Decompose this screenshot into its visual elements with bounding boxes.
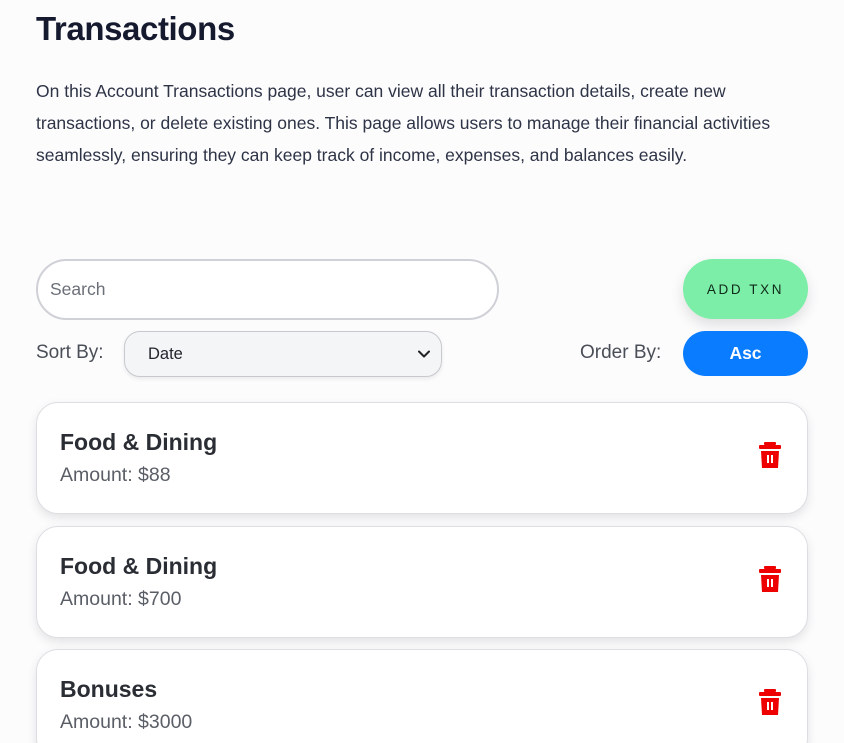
trash-icon bbox=[757, 689, 783, 719]
search-box[interactable] bbox=[36, 259, 499, 320]
chevron-down-icon bbox=[417, 347, 431, 361]
transaction-card: Bonuses Amount: $3000 bbox=[36, 649, 808, 743]
sort-by-label: Sort By: bbox=[36, 342, 104, 363]
trash-icon bbox=[757, 442, 783, 472]
transactions-page: Transactions On this Account Transaction… bbox=[0, 0, 844, 743]
delete-transaction-button[interactable] bbox=[757, 688, 783, 716]
add-transaction-button[interactable]: ADD TXN bbox=[683, 259, 808, 319]
order-by-label: Order By: bbox=[580, 342, 662, 363]
delete-transaction-button[interactable] bbox=[757, 441, 783, 469]
sort-by-selected-value: Date bbox=[148, 344, 183, 363]
trash-icon bbox=[757, 566, 783, 596]
transaction-amount: Amount: $3000 bbox=[60, 711, 193, 733]
transaction-category: Food & Dining bbox=[60, 429, 218, 455]
sort-by-select[interactable]: Date bbox=[124, 331, 442, 377]
order-toggle-button[interactable]: Asc bbox=[683, 331, 808, 376]
transaction-category: Bonuses bbox=[60, 676, 158, 702]
page-title: Transactions bbox=[36, 10, 235, 47]
transaction-amount: Amount: $88 bbox=[60, 464, 171, 486]
transaction-category: Food & Dining bbox=[60, 553, 218, 579]
transaction-amount: Amount: $700 bbox=[60, 588, 182, 610]
search-input[interactable] bbox=[50, 279, 497, 300]
transaction-card: Food & Dining Amount: $700 bbox=[36, 526, 808, 638]
page-description: On this Account Transactions page, user … bbox=[36, 81, 771, 165]
transaction-card: Food & Dining Amount: $88 bbox=[36, 402, 808, 514]
delete-transaction-button[interactable] bbox=[757, 565, 783, 593]
